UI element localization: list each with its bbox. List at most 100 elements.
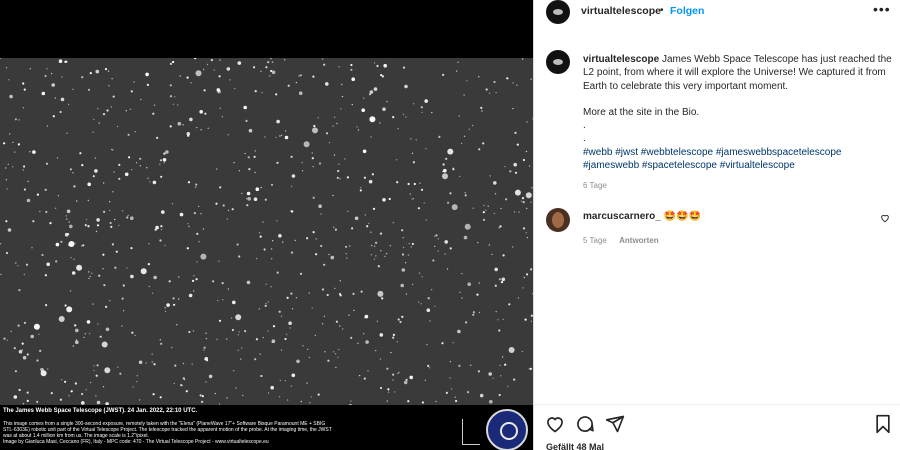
- star: [341, 83, 343, 86]
- caption-author-avatar[interactable]: [546, 50, 570, 74]
- speech-bubble-icon[interactable]: [575, 414, 595, 437]
- star: [346, 257, 348, 259]
- star: [446, 268, 449, 270]
- star: [49, 222, 52, 225]
- star: [521, 197, 525, 200]
- bookmark-icon[interactable]: [874, 414, 892, 437]
- star: [174, 364, 177, 367]
- star: [248, 168, 251, 171]
- star: [494, 284, 497, 287]
- star: [342, 328, 344, 330]
- star: [299, 272, 303, 275]
- star: [218, 260, 220, 262]
- star: [45, 304, 48, 307]
- likes-count[interactable]: Gefällt 48 Mal: [546, 442, 604, 450]
- comment-timestamp[interactable]: 5 Tage: [583, 236, 607, 245]
- follow-button[interactable]: Folgen: [670, 5, 704, 17]
- commenter-username-link[interactable]: marcuscarnero_: [583, 211, 661, 222]
- image-caption-title: The James Webb Space Telescope (JWST). 2…: [3, 408, 198, 414]
- star: [459, 291, 461, 293]
- star: [7, 163, 9, 165]
- star: [174, 96, 176, 98]
- star: [412, 198, 415, 200]
- star: [14, 370, 17, 373]
- author-avatar[interactable]: [546, 0, 570, 24]
- star: [101, 341, 108, 348]
- post-media[interactable]: The James Webb Space Telescope (JWST). 2…: [0, 0, 533, 450]
- star: [459, 175, 461, 178]
- star: [82, 244, 85, 247]
- star: [298, 91, 303, 95]
- star: [39, 349, 42, 352]
- star: [521, 350, 524, 353]
- star: [138, 399, 141, 401]
- star: [512, 246, 514, 248]
- star: [472, 124, 474, 127]
- star: [360, 186, 362, 189]
- paper-plane-icon[interactable]: [605, 414, 625, 437]
- star: [353, 309, 355, 312]
- star: [114, 218, 116, 221]
- star: [483, 204, 485, 207]
- star: [17, 143, 20, 146]
- star: [148, 243, 150, 245]
- star: [312, 165, 314, 168]
- star: [495, 91, 497, 94]
- comment-like-icon[interactable]: [880, 213, 890, 226]
- star: [350, 336, 353, 339]
- star: [208, 374, 213, 379]
- hashtags-line[interactable]: #jameswebb #spacetelescope #virtualteles…: [583, 159, 893, 172]
- star: [95, 374, 98, 377]
- star: [286, 333, 288, 336]
- star: [460, 142, 463, 145]
- caption-username-link[interactable]: virtualtelescope: [583, 54, 659, 65]
- star: [380, 250, 382, 252]
- star: [246, 198, 248, 200]
- star: [22, 355, 27, 360]
- star: [264, 198, 267, 201]
- star: [25, 263, 29, 266]
- star: [430, 288, 433, 291]
- star: [428, 367, 431, 369]
- star: [13, 395, 18, 399]
- star: [512, 82, 514, 84]
- star: [491, 253, 493, 256]
- star: [336, 122, 338, 125]
- star: [270, 385, 275, 390]
- star: [514, 189, 521, 196]
- star: [524, 318, 527, 321]
- post-timestamp[interactable]: 6 Tage: [583, 181, 607, 190]
- star: [199, 110, 203, 114]
- star: [26, 399, 29, 402]
- star: [290, 155, 293, 158]
- star: [14, 151, 16, 153]
- star: [360, 290, 363, 293]
- star: [530, 320, 533, 322]
- star: [463, 235, 468, 240]
- star: [307, 348, 309, 351]
- star: [449, 192, 452, 195]
- star: [74, 324, 77, 327]
- hashtags-line[interactable]: #webb #jwst #webbtelescope #jameswebbspa…: [583, 146, 893, 159]
- star: [528, 368, 530, 370]
- commenter-avatar[interactable]: [546, 208, 570, 232]
- star: [454, 396, 456, 398]
- heart-outline-icon[interactable]: [545, 414, 565, 437]
- star: [3, 337, 6, 340]
- author-username-link[interactable]: virtualtelescope: [581, 5, 661, 17]
- star: [176, 324, 178, 326]
- star: [145, 72, 149, 77]
- star: [284, 59, 286, 61]
- star: [109, 300, 111, 302]
- reply-button[interactable]: Antworten: [619, 236, 659, 245]
- star: [301, 170, 304, 172]
- star: [66, 233, 70, 236]
- more-options-icon[interactable]: •••: [873, 1, 891, 17]
- star: [427, 297, 430, 300]
- star: [291, 251, 294, 254]
- star: [366, 225, 369, 228]
- star: [418, 301, 420, 303]
- star: [47, 368, 49, 370]
- star: [276, 271, 279, 274]
- star: [401, 229, 404, 232]
